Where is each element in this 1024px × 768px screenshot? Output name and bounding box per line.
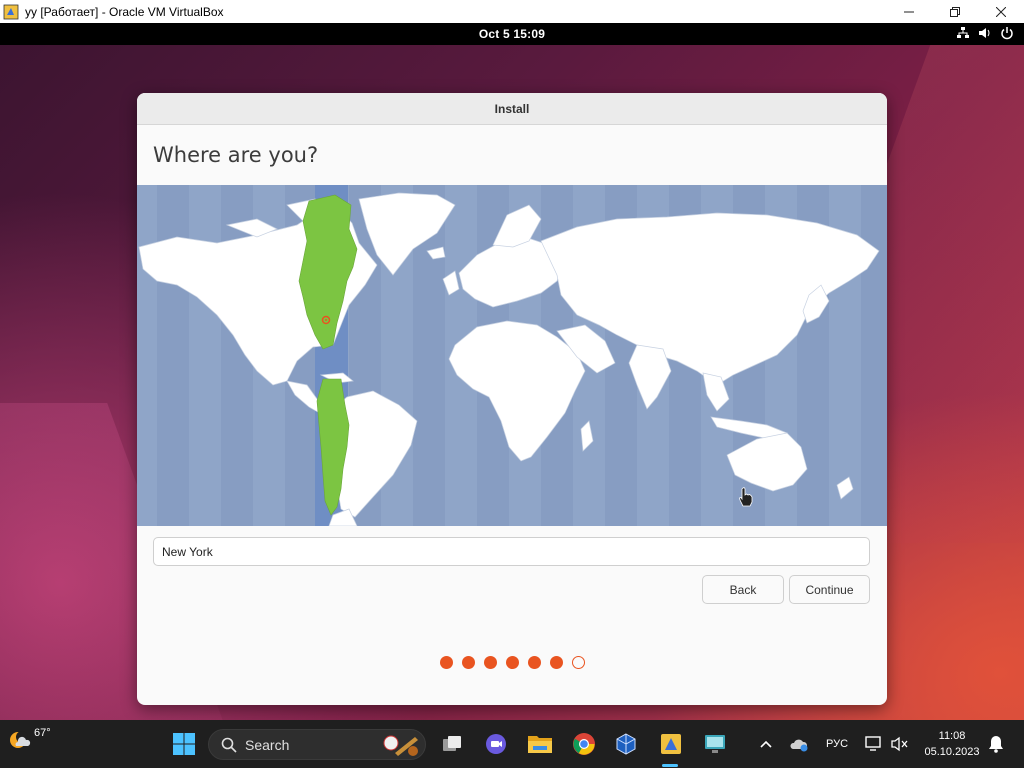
file-explorer-button[interactable] bbox=[526, 730, 554, 758]
close-icon bbox=[996, 6, 1006, 17]
progress-dot bbox=[505, 656, 519, 669]
vbox-titlebar: yy [Работает] - Oracle VM VirtualBox bbox=[0, 0, 1024, 23]
location-input-value: New York bbox=[162, 544, 213, 559]
start-icon bbox=[173, 733, 195, 755]
search-label: Search bbox=[245, 736, 290, 753]
close-button[interactable] bbox=[978, 0, 1024, 23]
back-button[interactable]: Back bbox=[702, 575, 784, 604]
minimize-button[interactable] bbox=[886, 0, 932, 23]
topbar-tray[interactable] bbox=[956, 26, 1014, 40]
display-button[interactable] bbox=[862, 730, 886, 758]
virtualbox-app-icon bbox=[616, 733, 636, 755]
task-view-icon bbox=[443, 736, 461, 751]
search-highlight-icon bbox=[383, 735, 418, 756]
gnome-topbar: Oct 5 15:09 bbox=[0, 23, 1024, 45]
progress-dot bbox=[483, 656, 497, 669]
monitor-icon bbox=[865, 736, 881, 751]
chrome-button[interactable] bbox=[570, 730, 598, 758]
taskbar-time: 11:08 bbox=[938, 730, 966, 742]
search-icon bbox=[221, 737, 237, 753]
remote-desktop-button[interactable] bbox=[701, 730, 729, 758]
bell-icon bbox=[989, 736, 1003, 753]
weather-widget[interactable]: 67° bbox=[8, 727, 51, 752]
progress-dot bbox=[527, 656, 541, 669]
timezone-map[interactable] bbox=[137, 185, 887, 526]
weather-temp: 67° bbox=[34, 727, 51, 739]
progress-dot bbox=[461, 656, 475, 669]
file-explorer-icon bbox=[528, 736, 552, 753]
virtualbox-icon bbox=[3, 4, 19, 19]
network-icon bbox=[957, 27, 969, 38]
power-icon bbox=[1001, 27, 1013, 40]
location-input[interactable]: New York bbox=[153, 537, 870, 566]
guest-desktop: Oct 5 15:09 Install Where are you? New Y… bbox=[0, 23, 1024, 720]
hand-cursor-icon bbox=[739, 487, 753, 507]
chrome-icon bbox=[573, 733, 595, 755]
progress-dot bbox=[439, 656, 453, 669]
dialog-title: Install bbox=[137, 93, 887, 125]
remote-desktop-icon bbox=[705, 735, 725, 753]
chat-button[interactable] bbox=[482, 730, 510, 758]
taskbar-clock[interactable]: 11:08 05.10.2023 bbox=[920, 728, 984, 760]
chevron-up-icon bbox=[760, 740, 772, 748]
onedrive-button[interactable] bbox=[785, 730, 813, 758]
progress-dot-current bbox=[571, 656, 585, 669]
volume-icon bbox=[979, 28, 990, 38]
topbar-clock[interactable]: Oct 5 15:09 bbox=[479, 27, 545, 41]
weather-moon-cloud-icon bbox=[10, 731, 31, 748]
volume-muted-icon bbox=[891, 736, 908, 752]
start-button[interactable] bbox=[170, 730, 198, 758]
window-title: yy [Работает] - Oracle VM VirtualBox bbox=[25, 4, 224, 19]
progress-dot bbox=[549, 656, 563, 669]
windows-taskbar: 67° Search РУС 11:08 05.10.2023 bbox=[0, 720, 1024, 768]
vm-window-button[interactable] bbox=[657, 730, 685, 758]
tray-overflow-button[interactable] bbox=[752, 730, 780, 758]
language-indicator[interactable]: РУС bbox=[826, 720, 848, 768]
maximize-icon bbox=[950, 6, 960, 17]
task-view-button[interactable] bbox=[438, 730, 466, 758]
install-dialog: Install Where are you? New York Back Con… bbox=[137, 93, 887, 705]
volume-button[interactable] bbox=[888, 730, 912, 758]
taskbar-date: 05.10.2023 bbox=[924, 746, 980, 758]
world-map[interactable] bbox=[137, 185, 887, 526]
vm-window-icon bbox=[661, 734, 681, 754]
minimize-icon bbox=[904, 11, 914, 12]
cloud-icon bbox=[790, 739, 808, 752]
taskbar-search[interactable]: Search bbox=[208, 729, 426, 760]
notifications-button[interactable] bbox=[984, 730, 1008, 758]
install-progress bbox=[137, 656, 887, 669]
continue-button[interactable]: Continue bbox=[789, 575, 870, 604]
active-app-indicator bbox=[662, 764, 678, 767]
page-heading: Where are you? bbox=[153, 143, 319, 167]
virtualbox-app-button[interactable] bbox=[612, 730, 640, 758]
maximize-button[interactable] bbox=[932, 0, 978, 23]
chat-icon bbox=[486, 734, 506, 754]
